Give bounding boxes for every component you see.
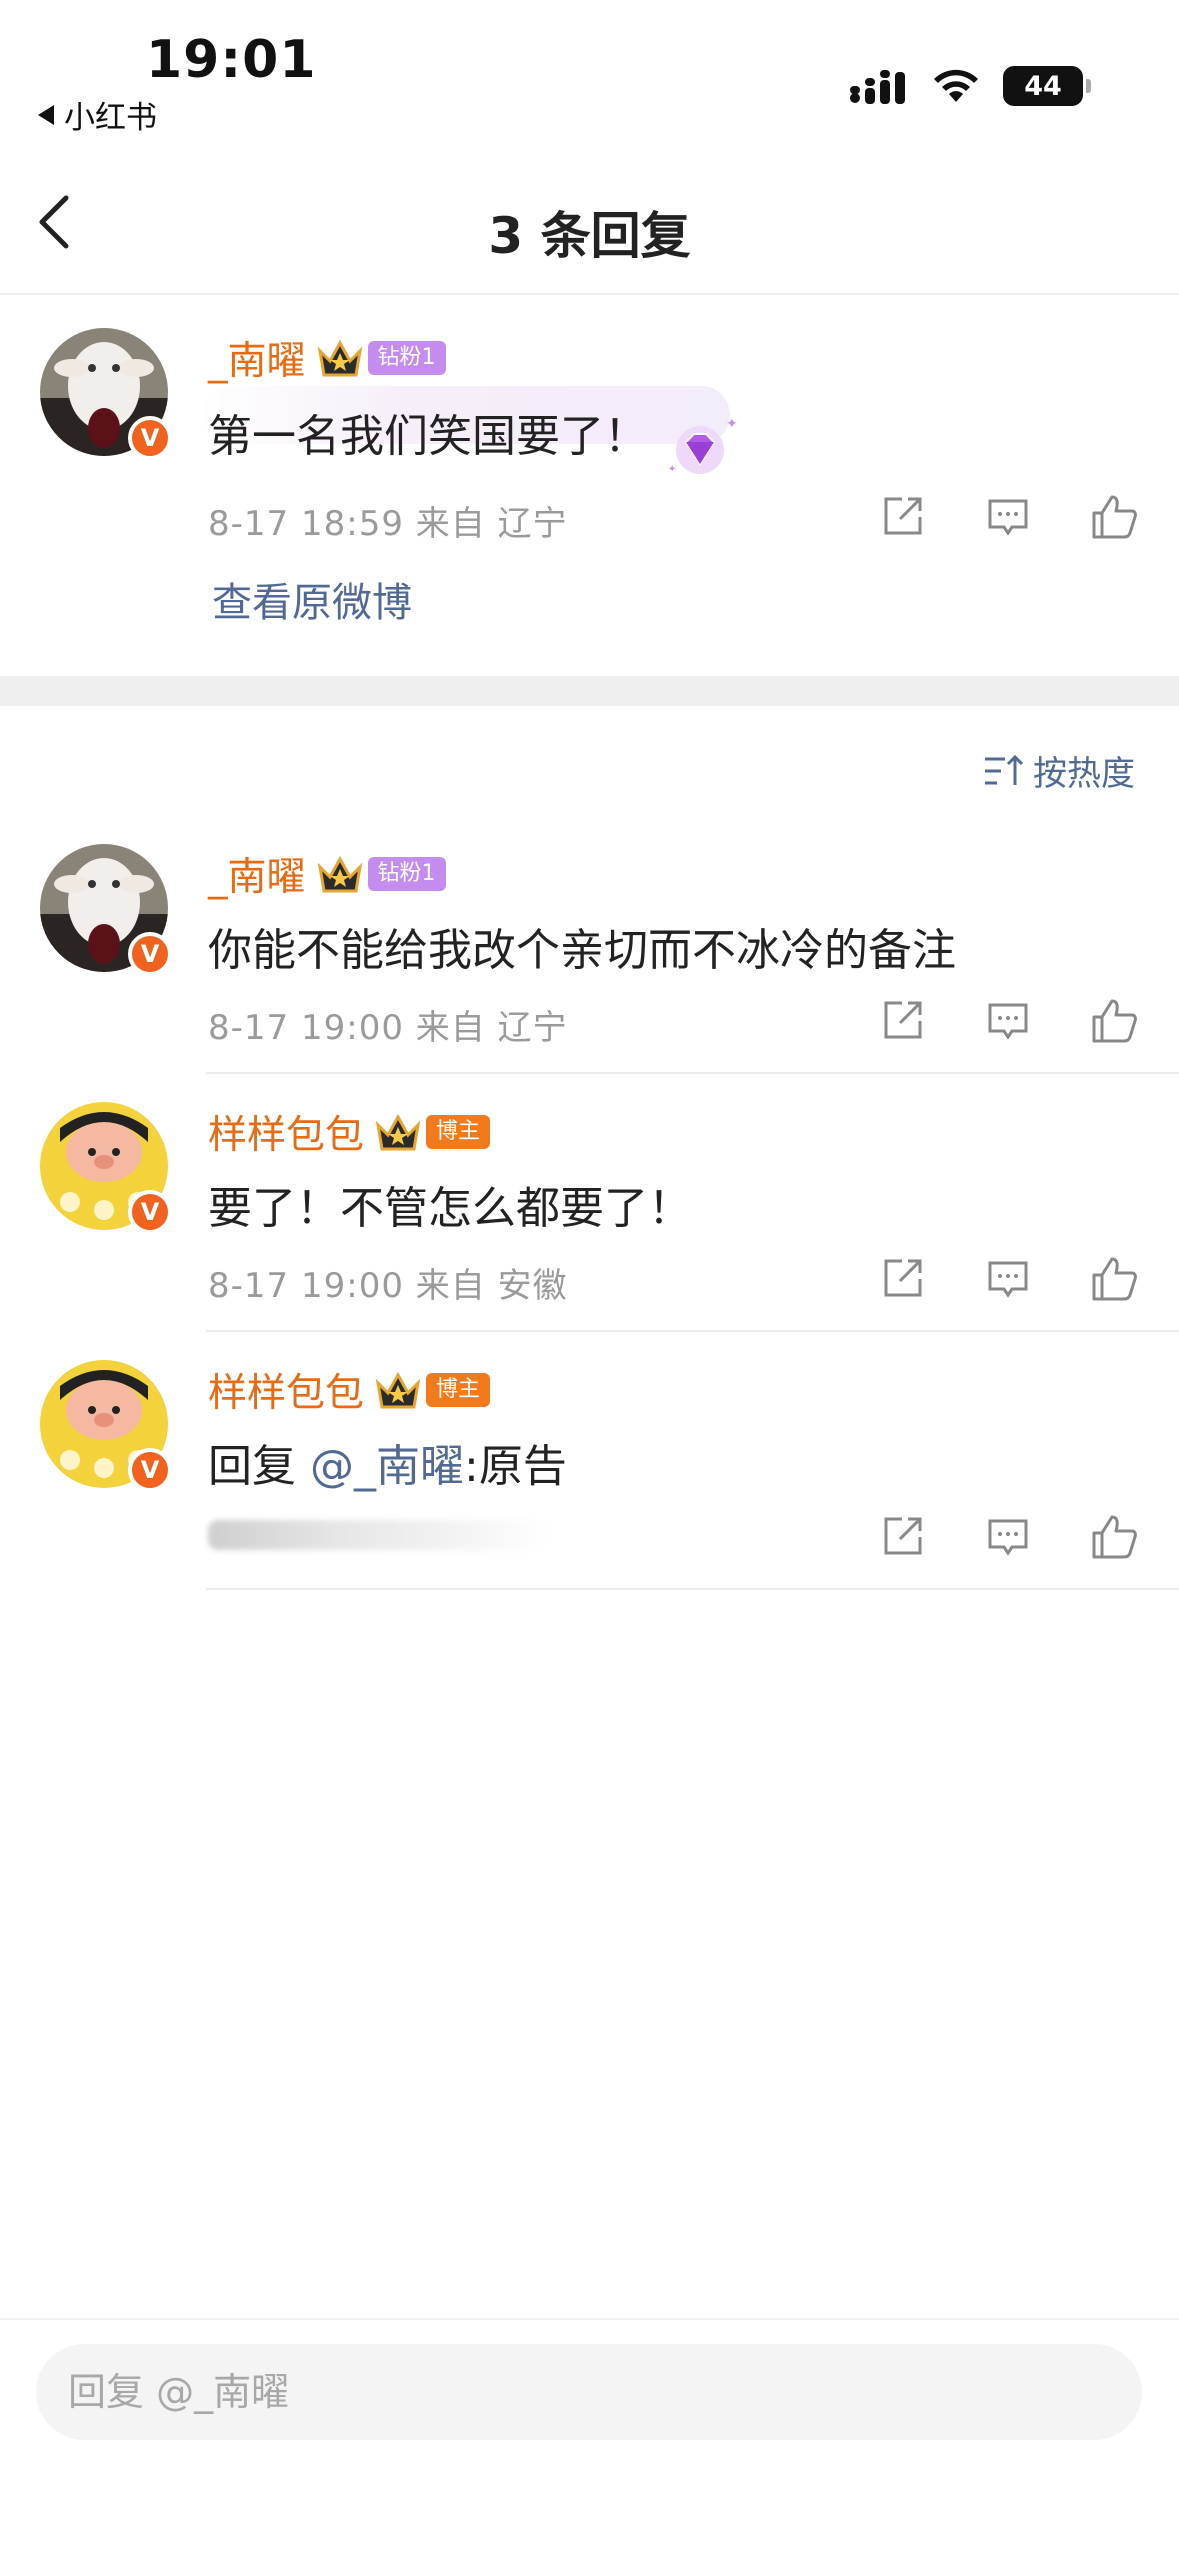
- section-divider: [0, 676, 1179, 706]
- username[interactable]: _南曜: [208, 330, 306, 386]
- verified-icon: V: [128, 1190, 172, 1234]
- original-comment: V _南曜 钻粉1 第一名我们笑国要了！ ✦ ✦ 8-17 18:59 来自 辽…: [0, 0, 1179, 676]
- comment-header: _南曜 钻粉1: [208, 330, 446, 386]
- comment-meta: 8-17 18:59 来自 辽宁: [208, 504, 568, 544]
- avatar[interactable]: V: [40, 1360, 172, 1492]
- avatar[interactable]: V: [40, 844, 172, 976]
- share-icon[interactable]: [877, 1254, 927, 1304]
- svg-text:✦: ✦: [668, 464, 676, 475]
- sort-label: 按热度: [1033, 754, 1135, 794]
- blogger-badge: 博主: [426, 1115, 491, 1149]
- comment-icon[interactable]: [983, 1254, 1033, 1304]
- username[interactable]: _南曜: [208, 846, 306, 902]
- comment-icon[interactable]: [983, 1512, 1033, 1562]
- sort-icon: [985, 754, 1023, 785]
- view-original-link[interactable]: 查看原微博: [212, 570, 412, 628]
- reply-header: 样样包包 博主: [208, 1362, 491, 1418]
- crown-icon: [317, 339, 362, 377]
- comment-actions: [877, 492, 1139, 542]
- svg-text:✦: ✦: [726, 416, 738, 432]
- divider: [206, 1588, 1179, 1590]
- reply-header: _南曜 钻粉1: [208, 846, 446, 902]
- crown-icon: [375, 1113, 421, 1151]
- username[interactable]: 样样包包: [208, 1104, 364, 1160]
- crown-icon: [317, 855, 362, 893]
- reply-actions: [877, 1512, 1139, 1562]
- mention-link[interactable]: @_南曜: [310, 1441, 464, 1492]
- reply-actions: [877, 1254, 1139, 1304]
- sort-button[interactable]: 按热度: [983, 746, 1135, 795]
- reply-prefix: 回复: [208, 1441, 310, 1492]
- verified-icon: V: [128, 932, 172, 976]
- avatar[interactable]: V: [40, 1102, 172, 1234]
- reply-text: 你能不能给我改个亲切而不冰冷的备注: [208, 925, 956, 976]
- divider: [206, 1072, 1179, 1074]
- reply-text: 要了！不管怎么都要了！: [208, 1183, 692, 1234]
- crown-icon: [375, 1371, 421, 1409]
- reply-header: 样样包包 博主: [208, 1104, 491, 1160]
- comment-text: 第一名我们笑国要了！: [208, 411, 648, 462]
- reply-meta: 8-17 19:00 来自 安徽: [208, 1266, 568, 1306]
- share-icon[interactable]: [877, 996, 927, 1046]
- diamond-icon: ✦ ✦: [668, 416, 738, 475]
- verified-icon: V: [128, 1448, 172, 1492]
- comment-icon[interactable]: [983, 492, 1033, 542]
- like-icon[interactable]: [1089, 1254, 1139, 1304]
- reply-meta: 8-17 19:00 来自 辽宁: [208, 1008, 568, 1048]
- blogger-badge: 博主: [426, 1373, 491, 1407]
- divider: [206, 1330, 1179, 1332]
- like-icon[interactable]: [1089, 996, 1139, 1046]
- reply-suffix: :原告: [464, 1441, 567, 1492]
- share-icon[interactable]: [877, 1512, 927, 1562]
- reply-text: 回复 @_南曜:原告: [208, 1430, 567, 1494]
- comment-icon[interactable]: [983, 996, 1033, 1046]
- reply-input[interactable]: [36, 2344, 1142, 2440]
- like-icon[interactable]: [1089, 1512, 1139, 1562]
- verified-icon: V: [128, 416, 172, 460]
- avatar[interactable]: V: [40, 328, 172, 460]
- battery-level: 44: [1024, 70, 1062, 102]
- like-icon[interactable]: [1089, 492, 1139, 542]
- fan-badge: 钻粉1: [367, 857, 446, 891]
- share-icon[interactable]: [877, 492, 927, 542]
- fan-badge: 钻粉1: [367, 341, 446, 375]
- reply-actions: [877, 996, 1139, 1046]
- blurred-meta: [208, 1520, 548, 1550]
- username[interactable]: 样样包包: [208, 1362, 364, 1418]
- reply-bar: [0, 2318, 1179, 2556]
